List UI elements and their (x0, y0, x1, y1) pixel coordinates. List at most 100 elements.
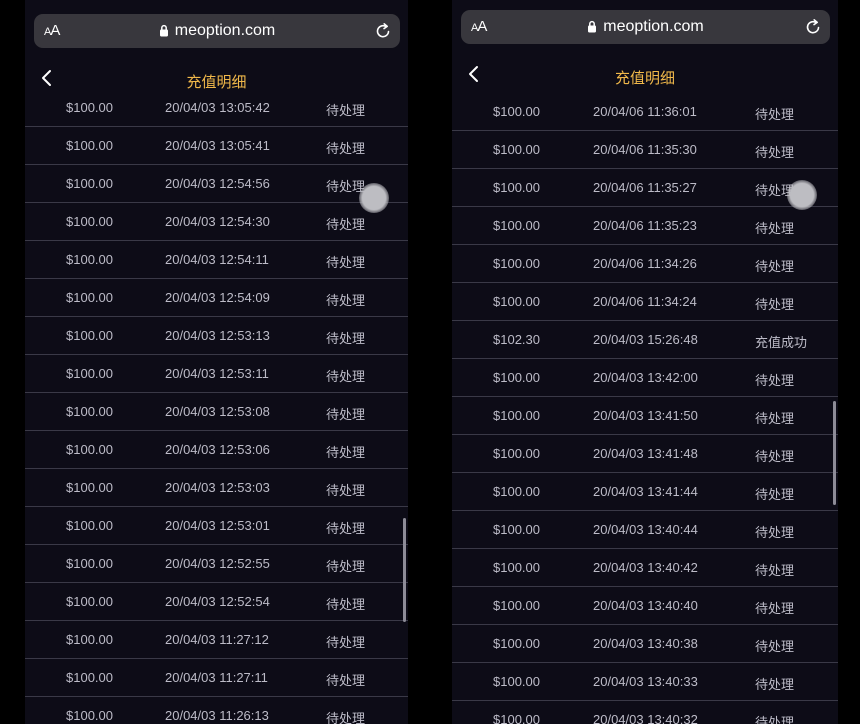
amount-cell: $100.00 (66, 328, 113, 343)
table-row[interactable]: $100.00 20/04/03 12:53:01 待处理 (25, 507, 408, 545)
status-cell: 待处理 (755, 449, 795, 464)
table-row[interactable]: $100.00 20/04/03 11:27:12 待处理 (25, 621, 408, 659)
amount-cell: $100.00 (66, 594, 113, 609)
timestamp-cell: 20/04/06 11:35:30 (593, 142, 697, 157)
status-cell: 待处理 (755, 487, 795, 502)
table-row[interactable]: $100.00 20/04/03 13:40:38 待处理 (452, 625, 838, 663)
table-row[interactable]: $100.00 20/04/03 11:26:13 待处理 (25, 697, 408, 724)
timestamp-cell: 20/04/06 11:35:23 (593, 218, 697, 233)
table-row[interactable]: $100.00 20/04/03 12:53:06 待处理 (25, 431, 408, 469)
table-row[interactable]: $100.00 20/04/03 13:40:33 待处理 (452, 663, 838, 701)
table-row[interactable]: $100.00 20/04/03 12:54:30 待处理 (25, 203, 408, 241)
status-cell: 待处理 (326, 673, 366, 688)
amount-cell: $100.00 (493, 294, 540, 309)
table-row[interactable]: $100.00 20/04/03 13:42:00 待处理 (452, 359, 838, 397)
table-row[interactable]: $100.00 20/04/06 11:35:27 待处理 (452, 169, 838, 207)
table-row[interactable]: $100.00 20/04/06 11:36:01 待处理 (452, 93, 838, 131)
timestamp-cell: 20/04/03 12:54:56 (165, 176, 270, 191)
amount-cell: $100.00 (493, 674, 540, 689)
table-row[interactable]: $100.00 20/04/03 12:52:54 待处理 (25, 583, 408, 621)
browser-toolbar: AA meoption.com (25, 0, 408, 58)
status-cell: 待处理 (326, 369, 366, 384)
timestamp-cell: 20/04/03 11:27:12 (165, 632, 269, 647)
reload-icon[interactable] (804, 18, 822, 36)
timestamp-cell: 20/04/03 13:41:44 (593, 484, 698, 499)
table-row[interactable]: $100.00 20/04/03 13:40:32 待处理 (452, 701, 838, 724)
page-title: 充值明细 (614, 70, 675, 87)
status-cell: 待处理 (755, 601, 795, 616)
table-row[interactable]: $100.00 20/04/03 12:53:13 待处理 (25, 317, 408, 355)
table-row[interactable]: $100.00 20/04/03 12:54:09 待处理 (25, 279, 408, 317)
table-row[interactable]: $100.00 20/04/06 11:35:30 待处理 (452, 131, 838, 169)
status-cell: 待处理 (326, 597, 366, 612)
table-row[interactable]: $100.00 20/04/03 13:41:44 待处理 (452, 473, 838, 511)
status-cell: 待处理 (326, 711, 366, 724)
status-cell: 待处理 (326, 445, 366, 460)
timestamp-cell: 20/04/03 13:05:41 (165, 138, 270, 153)
status-cell: 待处理 (326, 559, 366, 574)
table-row[interactable]: $100.00 20/04/03 12:52:55 待处理 (25, 545, 408, 583)
lock-icon (159, 24, 168, 36)
touch-indicator (787, 180, 817, 210)
deposit-list[interactable]: $100.00 20/04/06 11:36:01 待处理 $100.00 20/04/… (452, 93, 838, 724)
table-row[interactable]: $100.00 20/04/03 12:54:11 待处理 (25, 241, 408, 279)
browser-toolbar: AA meoption.com (452, 0, 838, 58)
scrollbar[interactable] (833, 401, 836, 505)
table-row[interactable]: $100.00 20/04/03 13:40:42 待处理 (452, 549, 838, 587)
timestamp-cell: 20/04/03 11:27:11 (165, 670, 268, 685)
text-size-button[interactable]: AA (471, 18, 487, 35)
timestamp-cell: 20/04/03 13:42:00 (593, 370, 698, 385)
table-row[interactable]: $100.00 20/04/06 11:35:23 待处理 (452, 207, 838, 245)
timestamp-cell: 20/04/03 15:26:48 (593, 332, 698, 347)
table-row[interactable]: $100.00 20/04/03 13:05:41 待处理 (25, 127, 408, 165)
table-row[interactable]: $102.30 20/04/03 15:26:48 充值成功 (452, 321, 838, 359)
text-size-button[interactable]: AA (44, 22, 60, 39)
amount-cell: $100.00 (66, 480, 113, 495)
status-cell: 待处理 (755, 677, 795, 692)
amount-cell: $100.00 (493, 104, 540, 119)
status-cell: 待处理 (326, 217, 366, 232)
amount-cell: $100.00 (66, 670, 113, 685)
amount-cell: $100.00 (66, 176, 113, 191)
table-row[interactable]: $100.00 20/04/03 12:53:08 待处理 (25, 393, 408, 431)
status-cell: 待处理 (326, 331, 366, 346)
address-bar[interactable]: AA meoption.com (34, 14, 400, 48)
table-row[interactable]: $100.00 20/04/06 11:34:24 待处理 (452, 283, 838, 321)
status-cell: 待处理 (326, 293, 366, 308)
timestamp-cell: 20/04/03 13:40:42 (593, 560, 698, 575)
reload-icon[interactable] (374, 22, 392, 40)
status-cell: 待处理 (326, 483, 366, 498)
timestamp-cell: 20/04/03 12:54:09 (165, 290, 270, 305)
timestamp-cell: 20/04/03 13:40:40 (593, 598, 698, 613)
table-row[interactable]: $100.00 20/04/03 13:41:48 待处理 (452, 435, 838, 473)
timestamp-cell: 20/04/03 12:53:13 (165, 328, 270, 343)
status-cell: 待处理 (755, 373, 795, 388)
table-row[interactable]: $100.00 20/04/03 11:27:11 待处理 (25, 659, 408, 697)
deposit-list[interactable]: $100.00 20/04/03 13:05:42 待处理 $100.00 20/04/… (25, 89, 408, 724)
amount-cell: $100.00 (493, 522, 540, 537)
amount-cell: $100.00 (66, 518, 113, 533)
timestamp-cell: 20/04/03 12:53:06 (165, 442, 270, 457)
amount-cell: $100.00 (493, 218, 540, 233)
table-row[interactable]: $100.00 20/04/03 12:53:03 待处理 (25, 469, 408, 507)
status-cell: 待处理 (755, 221, 795, 236)
timestamp-cell: 20/04/06 11:36:01 (593, 104, 697, 119)
table-row[interactable]: $100.00 20/04/03 13:40:44 待处理 (452, 511, 838, 549)
address-bar[interactable]: AA meoption.com (461, 10, 830, 44)
status-cell: 待处理 (755, 107, 795, 122)
amount-cell: $100.00 (493, 598, 540, 613)
table-row[interactable]: $100.00 20/04/03 12:54:56 待处理 (25, 165, 408, 203)
timestamp-cell: 20/04/06 11:34:26 (593, 256, 697, 271)
timestamp-cell: 20/04/03 12:53:01 (165, 518, 270, 533)
timestamp-cell: 20/04/03 12:52:54 (165, 594, 270, 609)
table-row[interactable]: $100.00 20/04/03 12:53:11 待处理 (25, 355, 408, 393)
amount-cell: $100.00 (493, 636, 540, 651)
table-row[interactable]: $100.00 20/04/06 11:34:26 待处理 (452, 245, 838, 283)
table-row[interactable]: $100.00 20/04/03 13:05:42 待处理 (25, 89, 408, 127)
scrollbar[interactable] (403, 518, 406, 622)
amount-cell: $100.00 (493, 446, 540, 461)
status-cell: 待处理 (755, 259, 795, 274)
table-row[interactable]: $100.00 20/04/03 13:40:40 待处理 (452, 587, 838, 625)
amount-cell: $100.00 (493, 142, 540, 157)
table-row[interactable]: $100.00 20/04/03 13:41:50 待处理 (452, 397, 838, 435)
